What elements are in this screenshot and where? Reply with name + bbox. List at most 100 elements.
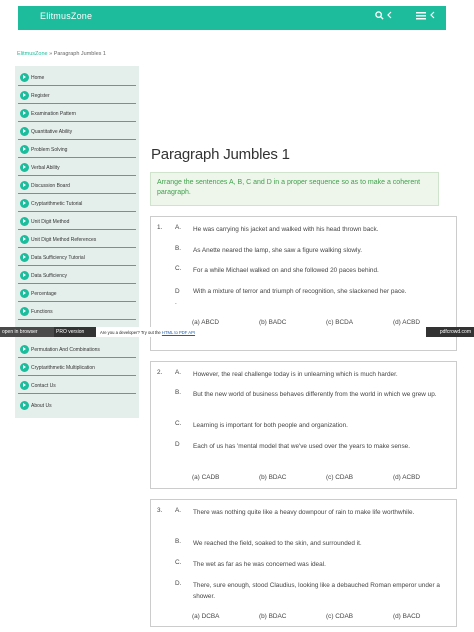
sidebar-item-verbal-ability[interactable]: Verbal Ability xyxy=(18,160,136,176)
arrow-bullet-icon xyxy=(20,109,29,118)
arrow-bullet-icon xyxy=(20,235,29,244)
sidebar-item-label: Discussion Board xyxy=(31,183,70,189)
sidebar-item-home[interactable]: Home xyxy=(18,70,136,86)
sidebar-item-discussion-board[interactable]: Discussion Board xyxy=(18,178,136,194)
sidebar-item-percentage[interactable]: Percentage xyxy=(18,286,136,302)
divider xyxy=(18,193,136,194)
sidebar-item-label: Verbal Ability xyxy=(31,165,60,171)
arrow-bullet-icon xyxy=(20,163,29,172)
sidebar-item-label: Problem Solving xyxy=(31,147,68,153)
divider xyxy=(18,121,136,122)
divider xyxy=(18,301,136,302)
question-card: 3. A. There was nothing quite like a heav… xyxy=(150,499,457,627)
sidebar-item-label: Contact Us xyxy=(31,383,56,389)
option-letter: B. xyxy=(175,389,182,396)
sidebar-item-label: Unit Digit Method xyxy=(31,219,70,225)
sidebar-item-label: Functions xyxy=(31,309,53,315)
sidebar-item-label: Cryptarithmetic Tutorial xyxy=(31,201,83,207)
answer-choice-a[interactable]: (a) ABCD xyxy=(192,319,219,326)
divider xyxy=(18,357,136,358)
divider xyxy=(18,85,136,86)
option-letter: C. xyxy=(175,559,182,566)
sidebar-item-register[interactable]: Register xyxy=(18,88,136,104)
arrow-bullet-icon xyxy=(20,363,29,372)
arrow-bullet-icon xyxy=(20,91,29,100)
developer-message: Are you a developer? Try out the HTML to… xyxy=(100,330,195,335)
answer-choice-d[interactable]: (d) ACBD xyxy=(393,474,420,481)
divider xyxy=(18,247,136,248)
answer-choice-c[interactable]: (c) CDAB xyxy=(326,474,353,481)
sidebar-item-label: Percentage xyxy=(31,291,57,297)
sidebar-item-unit-digit-method-references[interactable]: Unit Digit Method References xyxy=(18,232,136,248)
sidebar-item-label: Data Sufficiency Tutorial xyxy=(31,255,85,261)
sidebar-item-cryptarithmetic-multiplication[interactable]: Cryptarithmetic Multiplication xyxy=(18,360,136,376)
breadcrumb-current: Paragraph Jumbles 1 xyxy=(53,51,106,57)
sidebar-item-label: Permutation And Combinations xyxy=(31,347,100,353)
answer-choice-a[interactable]: (a) CADB xyxy=(192,474,219,481)
sidebar-item-label: About Us xyxy=(31,403,52,409)
sidebar-item-data-sufficiency-tutorial[interactable]: Data Sufficiency Tutorial xyxy=(18,250,136,266)
answer-choice-a[interactable]: (a) DCBA xyxy=(192,613,219,620)
arrow-bullet-icon xyxy=(20,307,29,316)
option-text: We reached the field, soaked to the skin… xyxy=(193,540,362,547)
menu-icon[interactable] xyxy=(416,11,426,22)
arrow-bullet-icon xyxy=(20,401,29,410)
sidebar-item-contact-us[interactable]: Contact Us xyxy=(18,378,136,394)
divider xyxy=(18,375,136,376)
option-text: As Anette neared the lamp, she saw a fig… xyxy=(193,247,362,254)
search-icon[interactable] xyxy=(375,11,384,22)
sidebar-item-cryptarithmetic-tutorial[interactable]: Cryptarithmetic Tutorial xyxy=(18,196,136,212)
option-letter: A. xyxy=(175,224,182,231)
chevron-left-icon[interactable] xyxy=(387,11,392,21)
brand-logo[interactable]: ElitmusZone xyxy=(40,11,92,21)
open-in-browser-button[interactable]: open in browser xyxy=(0,327,54,337)
arrow-bullet-icon xyxy=(20,217,29,226)
answer-choice-d[interactable]: (d) BACD xyxy=(393,613,420,620)
option-letter: A. xyxy=(175,369,182,376)
arrow-bullet-icon xyxy=(20,345,29,354)
sidebar-item-examination-pattern[interactable]: Examination Pattern xyxy=(18,106,136,122)
arrow-bullet-icon xyxy=(20,181,29,190)
arrow-bullet-icon xyxy=(20,145,29,154)
divider xyxy=(18,157,136,158)
answer-choice-c[interactable]: (c) BCDA xyxy=(326,319,353,326)
sidebar-item-label: Examination Pattern xyxy=(31,111,77,117)
option-letter: B. xyxy=(175,538,182,545)
sidebar-item-label: Quantitative Ability xyxy=(31,129,73,135)
divider xyxy=(18,229,136,230)
breadcrumb-home-link[interactable]: ElitmusZone xyxy=(17,51,48,57)
sidebar-item-functions[interactable]: Functions xyxy=(18,304,136,320)
question-number: 1. xyxy=(157,224,163,231)
pdfcrowd-link[interactable]: pdfcrowd.com xyxy=(426,327,474,337)
option-letter: D. xyxy=(175,580,182,587)
sidebar-item-problem-solving[interactable]: Problem Solving xyxy=(18,142,136,158)
answer-choice-b[interactable]: (b) BDAC xyxy=(259,474,286,481)
option-letter: A. xyxy=(175,507,182,514)
question-card: 2. A. However, the real challenge today i… xyxy=(150,361,457,489)
sidebar-item-about-us[interactable]: About Us xyxy=(18,398,136,414)
option-text: Each of us has 'mental model that we've … xyxy=(193,443,410,450)
pro-version-button[interactable]: PRO version xyxy=(54,327,96,337)
arrow-bullet-icon xyxy=(20,199,29,208)
sidebar-item-data-sufficiency[interactable]: Data Sufficiency xyxy=(18,268,136,284)
answer-choice-b[interactable]: (b) BADC xyxy=(259,319,286,326)
answer-choice-b[interactable]: (b) BDAC xyxy=(259,613,286,620)
option-letter: D . xyxy=(175,288,180,306)
answer-choice-c[interactable]: (c) CDAB xyxy=(326,613,353,620)
answer-choice-d[interactable]: (d) ACBD xyxy=(393,319,420,326)
option-text: There was nothing quite like a heavy dow… xyxy=(193,509,415,516)
sidebar-item-quantitative-ability[interactable]: Quantitative Ability xyxy=(18,124,136,140)
divider xyxy=(18,393,136,394)
option-text: Learning is important for both people an… xyxy=(193,422,348,429)
arrow-bullet-icon xyxy=(20,381,29,390)
api-link[interactable]: HTML to PDF API xyxy=(162,330,195,335)
option-text: However, the real challenge today is in … xyxy=(193,371,398,378)
breadcrumb: ElitmusZone » Paragraph Jumbles 1 xyxy=(17,51,106,57)
sidebar-item-permutation-and-combinations[interactable]: Permutation And Combinations xyxy=(18,342,136,358)
chevron-left-icon[interactable] xyxy=(430,11,435,21)
option-letter: D xyxy=(175,441,180,448)
message-text: Are you a developer? Try out the xyxy=(100,330,162,335)
arrow-bullet-icon xyxy=(20,271,29,280)
sidebar-item-unit-digit-method[interactable]: Unit Digit Method xyxy=(18,214,136,230)
page-title: Paragraph Jumbles 1 xyxy=(151,146,290,163)
